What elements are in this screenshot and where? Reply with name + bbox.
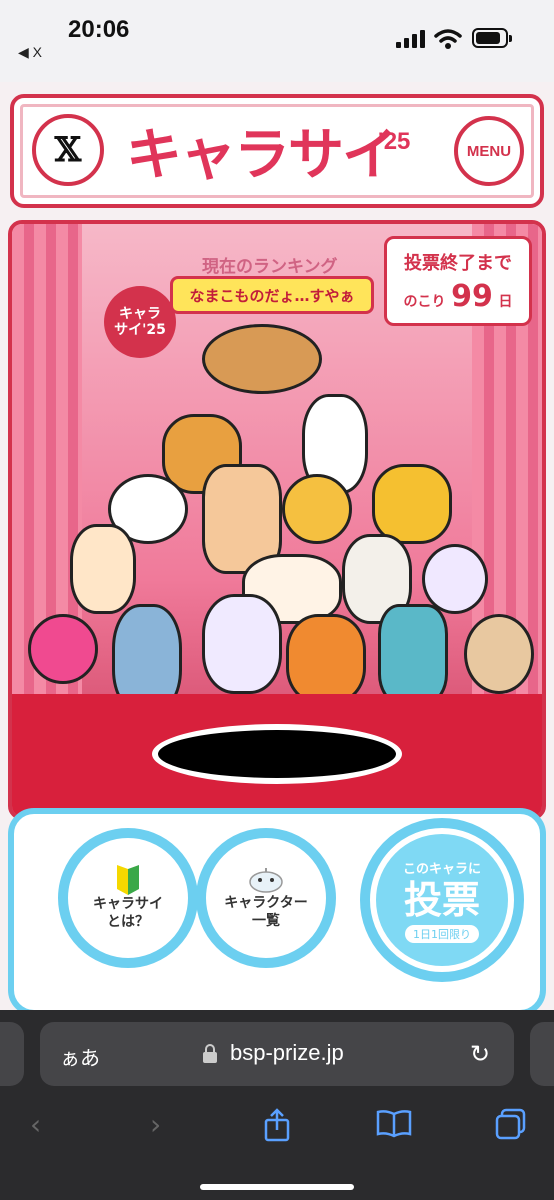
site-logo[interactable]: キャラサイ: [126, 110, 398, 191]
character-yellow-blob[interactable]: [282, 474, 352, 544]
menu-button[interactable]: MENU: [454, 116, 524, 186]
forward-icon[interactable]: ›: [150, 1108, 161, 1141]
status-time: 20:06: [68, 16, 130, 43]
x-logo-icon: 𝕏: [54, 130, 82, 170]
home-indicator: [200, 1184, 354, 1190]
battery-icon: [472, 28, 512, 48]
lock-icon: [203, 1044, 217, 1063]
site-header: 𝕏 キャラサイ '25 MENU: [10, 94, 544, 208]
fish-character-icon: [249, 868, 283, 893]
page-settings-button[interactable]: ぁあ: [60, 1042, 100, 1071]
beginner-mark-icon: [117, 865, 139, 895]
browser-chrome: ぁあ bsp-prize.jp ↻ ‹ ›: [0, 1010, 554, 1200]
status-bar: 20:06 ◀ X: [0, 0, 554, 82]
previous-tab-peek[interactable]: [0, 1022, 24, 1086]
character-list-label: キャラクター 一覧: [224, 895, 308, 929]
ranking-heading: 現在のランキング: [202, 257, 338, 277]
vote-button[interactable]: このキャラに 投票 1日1回限り: [360, 818, 524, 982]
character-tiger[interactable]: [286, 614, 366, 704]
cellular-signal-icon: [396, 30, 426, 48]
countdown-prefix: のこり: [403, 294, 446, 310]
vote-countdown: 投票終了まで のこり 99 日: [384, 236, 532, 326]
web-page: 𝕏 キャラサイ '25 MENU 現在のランキング キャラ サイ'25 なまこも…: [0, 82, 554, 1016]
url-text: bsp-prize.jp: [230, 1040, 344, 1065]
about-label: キャラサイ とは？: [93, 896, 163, 930]
character-blue-cat[interactable]: [378, 604, 448, 704]
character-list-button[interactable]: キャラクター 一覧: [196, 828, 336, 968]
wifi-icon: [434, 29, 462, 49]
share-icon[interactable]: [262, 1108, 292, 1142]
countdown-unit: 日: [498, 294, 513, 310]
bookmarks-icon[interactable]: [376, 1108, 412, 1138]
character-sloth[interactable]: [202, 324, 322, 394]
next-tab-peek[interactable]: [530, 1022, 554, 1086]
ranking-stage: 現在のランキング キャラ サイ'25 なまこものだょ…すやぁ 投票終了まで のこ…: [8, 220, 546, 820]
speech-bubble: なまこものだょ…すやぁ: [170, 276, 374, 314]
back-to-app-link[interactable]: ◀ X: [18, 44, 42, 61]
browser-toolbar: ‹ ›: [0, 1102, 554, 1162]
vote-prefix: このキャラに: [402, 861, 481, 877]
character-bunny-girl[interactable]: [70, 524, 136, 614]
event-mini-logo: キャラ サイ'25: [104, 286, 176, 358]
character-dragon[interactable]: [372, 464, 452, 544]
bottom-nav-panel: キャラサイ とは？ キャラクター 一覧 このキャラに 投票 1日1回限り: [8, 808, 546, 1016]
character-hamster[interactable]: [464, 614, 534, 694]
character-white-fox[interactable]: [202, 594, 282, 694]
vote-label: 投票: [403, 877, 480, 922]
mini-logo-text: キャラ サイ'25: [114, 306, 166, 338]
character-ghost-cat[interactable]: [422, 544, 488, 614]
countdown-days: 99: [451, 279, 493, 314]
address-bar[interactable]: ぁあ bsp-prize.jp ↻: [40, 1022, 514, 1086]
character-pink-sheep[interactable]: [28, 614, 98, 684]
vote-button-inner: このキャラに 投票 1日1回限り: [376, 834, 508, 966]
countdown-title: 投票終了まで: [404, 253, 512, 274]
x-share-button[interactable]: 𝕏: [32, 114, 104, 186]
reload-icon[interactable]: ↻: [470, 1040, 490, 1068]
site-logo-year: '25: [378, 128, 411, 155]
vote-limit-note: 1日1回限り: [405, 924, 479, 943]
about-button[interactable]: キャラサイ とは？: [58, 828, 198, 968]
back-icon[interactable]: ‹: [30, 1108, 41, 1141]
tabs-icon[interactable]: [494, 1108, 528, 1142]
prize-hole: [152, 724, 402, 784]
